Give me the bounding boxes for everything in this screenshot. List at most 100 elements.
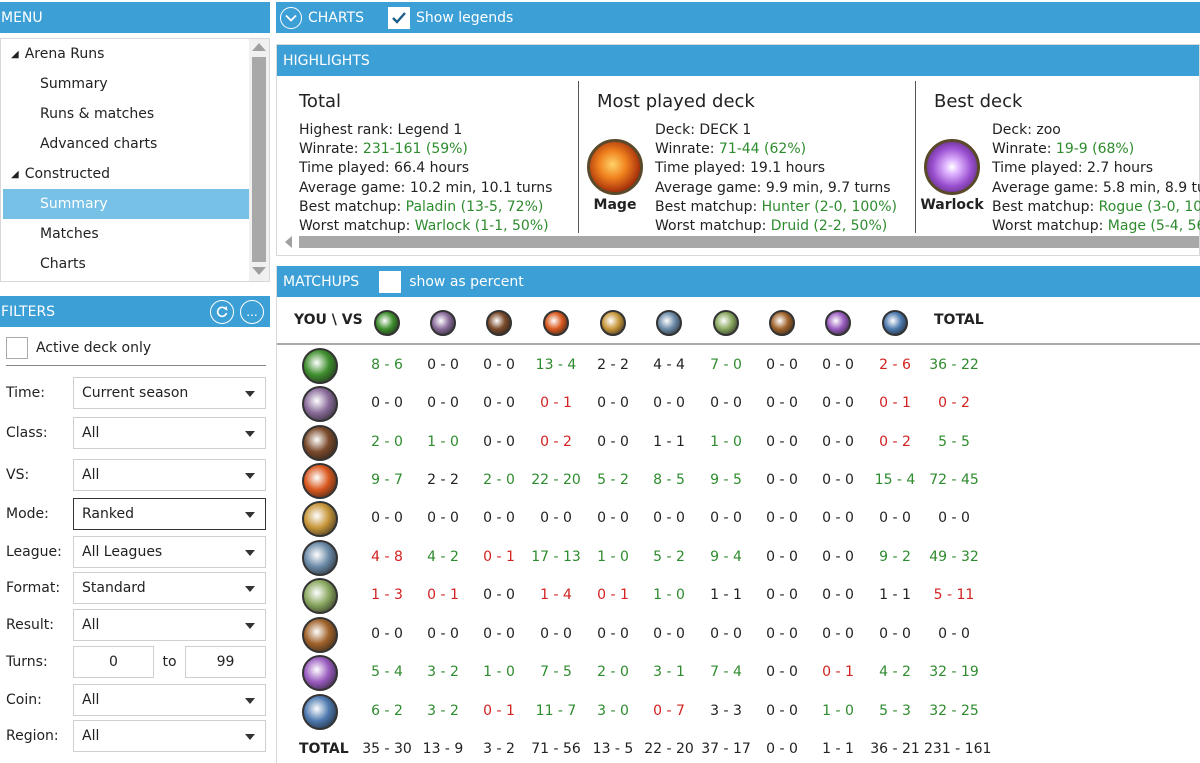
matchup-cell: 0 - 0 [766,357,798,373]
highlight-lines: Highest rank: Legend 1 Winrate: 231-161 … [299,121,552,236]
select-value: All Leagues [82,544,163,560]
matchup-cell: 7 - 5 [540,664,572,680]
matchup-cell: 1 - 0 [597,549,629,565]
charts-title[interactable]: CHARTS [308,10,364,26]
charts-toggle-button[interactable] [280,6,302,29]
matchup-cell: 0 - 0 [427,395,459,411]
show-legends-checkbox[interactable]: Show legends [388,6,513,29]
scroll-thumb[interactable] [252,57,266,262]
paladin-icon [600,310,626,336]
matchup-corner-label: YOU \ VS [294,312,363,328]
menu-item-constructed-summary[interactable]: Summary [3,189,249,219]
matchups-header: MATCHUPS show as percent [277,266,1200,297]
menu-item-advanced-charts[interactable]: Advanced charts [1,129,157,159]
matchup-cell: 1 - 1 [710,587,742,603]
menu-tree: ◢ Arena Runs Summary Runs & matches Advan… [0,38,270,282]
mode-select[interactable]: Ranked [73,498,266,530]
scroll-thumb[interactable] [299,236,1199,248]
checkbox-box[interactable] [388,6,411,29]
filter-turns: Turns: 0 to 99 [6,646,266,678]
matchup-cell: 1 - 0 [483,664,515,680]
winrate-line: Winrate: 231-161 (59%) [299,140,552,159]
matchup-cell: 0 - 0 [822,587,854,603]
warrior-icon [769,310,795,336]
more-options-button[interactable]: ... [240,299,264,324]
menu-item-arena-summary[interactable]: Summary [1,69,108,99]
show-as-percent-label[interactable]: show as percent [409,274,524,290]
priest-icon [656,310,682,336]
checkbox-box[interactable] [6,337,28,359]
matchup-cell: 0 - 0 [710,395,742,411]
matchup-cell: 6 - 2 [371,703,403,719]
matchup-cell: 2 - 0 [371,434,403,450]
turns-from-input[interactable]: 0 [73,646,154,678]
matchup-cell: 8 - 6 [371,357,403,373]
league-select[interactable]: All Leagues [73,536,266,568]
expand-triangle-icon[interactable]: ◢ [11,40,19,70]
best-matchup-label: Best matchup: [299,198,406,215]
row-total-cell: 0 - 2 [938,395,970,411]
menu-item-charts[interactable]: Charts [1,249,86,279]
menu-item-runs-matches[interactable]: Runs & matches [1,99,154,129]
menu-item-arena-runs[interactable]: ◢ Arena Runs [1,39,104,69]
deck-class-label: Mage [593,197,637,213]
deck-name: Deck: zoo [992,122,1061,138]
matchup-cell: 7 - 0 [710,357,742,373]
show-as-percent-checkbox[interactable] [379,270,402,293]
matchup-cell: 0 - 0 [822,357,854,373]
chevron-down-icon [245,473,255,479]
menu-item-matches[interactable]: Matches [1,219,99,249]
row-total-cell: 49 - 32 [929,549,979,565]
matchup-cell: 15 - 4 [874,472,916,488]
turns-to-input[interactable]: 99 [185,646,266,678]
mage-icon [587,139,643,195]
select-value: Standard [82,580,146,596]
priest-icon [302,540,338,576]
chevron-down-icon [245,698,255,704]
druid-icon [374,310,400,336]
expand-triangle-icon[interactable]: ◢ [11,160,19,190]
highlights-scrollbar[interactable] [277,233,1199,251]
row-total-cell: 5 - 5 [938,434,970,450]
filter-vs: VS: All [6,459,266,491]
menu-item-constructed[interactable]: ◢ Constructed [1,159,110,189]
region-select[interactable]: All [73,720,266,752]
matchup-cell: 3 - 2 [427,664,459,680]
matchup-cell: 0 - 0 [766,703,798,719]
scroll-up-icon[interactable] [252,43,266,51]
class-select[interactable]: All [73,417,266,449]
highlight-best-deck: Best deck Warlock Deck: zoo Winrate: 19-… [920,81,1200,233]
hunter-icon [430,310,456,336]
matchup-cell: 1 - 3 [371,587,403,603]
filters-header: FILTERS ... [0,296,270,327]
matchup-cell: 0 - 1 [879,395,911,411]
vs-select[interactable]: All [73,459,266,491]
matchup-cell: 1 - 0 [427,434,459,450]
demonhunter-icon [882,310,908,336]
matchup-cell: 1 - 4 [540,587,572,603]
coin-select[interactable]: All [73,684,266,716]
highest-rank: Highest rank: Legend 1 [299,122,463,138]
scroll-down-icon[interactable] [252,267,266,275]
charts-bar: CHARTS Show legends [276,2,1200,33]
filter-time: Time: Current season [6,377,266,409]
filter-format: Format: Standard [6,572,266,604]
refresh-button[interactable] [210,299,234,324]
matchup-cell: 0 - 0 [597,395,629,411]
format-select[interactable]: Standard [73,572,266,604]
best-matchup-line: Best matchup: Paladin (13-5, 72%) [299,198,552,217]
filter-label: Mode: [6,506,49,522]
matchup-cell: 13 - 4 [535,357,577,373]
active-deck-only-checkbox[interactable]: Active deck only [6,337,151,359]
scroll-left-icon[interactable] [285,236,292,248]
menu-scrollbar[interactable] [249,39,269,281]
matchup-cell: 0 - 0 [597,510,629,526]
time-select[interactable]: Current season [73,377,266,409]
column-total-cell: 35 - 30 [362,741,412,757]
menu-item-label: Arena Runs [24,46,105,62]
matchup-cell: 9 - 5 [710,472,742,488]
column-total-cell: 71 - 56 [531,741,581,757]
result-select[interactable]: All [73,609,266,641]
matchup-cell: 5 - 2 [597,472,629,488]
menu-item-label: Constructed [24,166,111,182]
